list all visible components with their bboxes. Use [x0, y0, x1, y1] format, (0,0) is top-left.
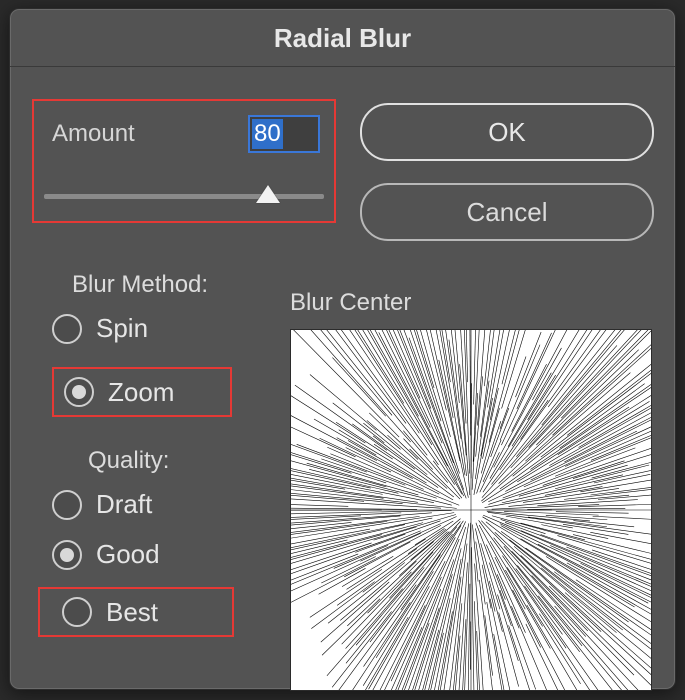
blur-center-label: Blur Center	[290, 289, 411, 317]
radio-zoom-label: Zoom	[108, 377, 174, 408]
radial-blur-dialog: Radial Blur Amount 80 OK Cancel Blur Met…	[9, 8, 676, 690]
amount-slider-track	[44, 194, 324, 199]
blur-center-preview	[291, 330, 651, 690]
radio-draft-indicator	[52, 490, 82, 520]
ok-button-label: OK	[488, 117, 526, 148]
radio-spin[interactable]: Spin	[52, 313, 148, 344]
radio-draft[interactable]: Draft	[52, 489, 152, 520]
radio-draft-label: Draft	[96, 489, 152, 520]
radio-zoom[interactable]: Zoom	[52, 367, 232, 417]
radio-zoom-indicator	[64, 377, 94, 407]
cancel-button[interactable]: Cancel	[360, 183, 654, 241]
radio-best-label: Best	[106, 597, 158, 628]
radio-best[interactable]: Best	[38, 587, 234, 637]
ok-button[interactable]: OK	[360, 103, 654, 161]
dialog-title: Radial Blur	[10, 9, 675, 67]
amount-slider[interactable]	[44, 185, 324, 207]
radio-spin-label: Spin	[96, 313, 148, 344]
quality-label: Quality:	[88, 447, 169, 475]
cancel-button-label: Cancel	[467, 197, 548, 228]
amount-input[interactable]: 80	[248, 115, 320, 153]
radio-good[interactable]: Good	[52, 539, 160, 570]
amount-value[interactable]: 80	[252, 119, 283, 149]
radio-good-label: Good	[96, 539, 160, 570]
amount-panel: Amount 80	[32, 99, 336, 223]
amount-row: Amount 80	[34, 101, 334, 153]
amount-slider-thumb[interactable]	[256, 185, 280, 203]
radio-spin-indicator	[52, 314, 82, 344]
radio-best-indicator	[62, 597, 92, 627]
blur-method-label: Blur Method:	[72, 271, 208, 299]
radio-good-indicator	[52, 540, 82, 570]
amount-label: Amount	[52, 120, 248, 148]
dialog-body: Amount 80 OK Cancel Blur Method: Spin	[10, 67, 675, 689]
blur-center-panel[interactable]	[290, 329, 652, 691]
